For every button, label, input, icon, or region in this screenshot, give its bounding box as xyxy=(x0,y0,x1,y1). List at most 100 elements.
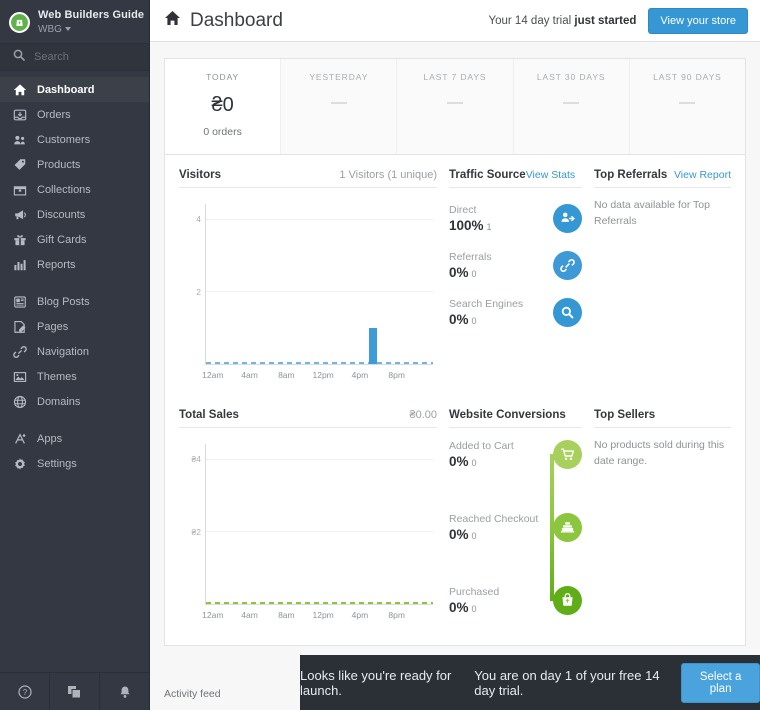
sidebar-item-label: Products xyxy=(37,158,81,171)
main-area: Dashboard Your 14 day trial just started… xyxy=(150,0,760,710)
sidebar-footer: ? xyxy=(0,672,149,710)
sidebar-item-pages[interactable]: Pages xyxy=(0,314,149,339)
sidebar-item-collections[interactable]: Collections xyxy=(0,177,149,202)
visitors-meta: 1 Visitors (1 unique) xyxy=(339,169,437,181)
chart-baseline xyxy=(206,602,433,604)
gear-icon xyxy=(13,457,27,471)
copy-windows-icon[interactable] xyxy=(49,673,99,710)
topbar-right: Your 14 day trial just started View your… xyxy=(489,7,748,34)
trial-strong: just started xyxy=(574,14,637,27)
brand-subtitle-text: WBG xyxy=(38,23,62,35)
sidebar-item-reports[interactable]: Reports xyxy=(0,252,149,277)
conversion-step-row: Reached Checkout 0% 0 xyxy=(449,513,582,542)
top-sellers-empty: No products sold during this date range. xyxy=(594,439,725,467)
search-icon xyxy=(13,48,25,66)
trial-banner: Looks like you're ready for launch. You … xyxy=(300,655,760,710)
svg-text:?: ? xyxy=(22,688,27,697)
sidebar-item-label: Customers xyxy=(37,133,91,146)
website-conversions-title: Website Conversions xyxy=(449,409,566,421)
chart-gridline: ₴2 xyxy=(192,527,433,537)
visitors-title: Visitors xyxy=(179,169,221,181)
panel-row-top: Visitors 1 Visitors (1 unique) 2 4 12am 4am… xyxy=(179,155,731,395)
nav-group-divider xyxy=(0,277,149,289)
conversions-funnel: Added to Cart 0% 0 Reached Checkout 0% 0 P… xyxy=(449,440,582,615)
chart-x-tick: 4am xyxy=(241,610,258,620)
visitor-arrow-icon[interactable] xyxy=(553,203,582,233)
range-tab-today[interactable]: TODAY ₴0 0 orders xyxy=(165,59,281,154)
dashboard-content: TODAY ₴0 0 orders YESTERDAY LAST 7 DAYS LAST … xyxy=(150,42,760,710)
total-sales-panel: Total Sales ₴0.00 ₴2 ₴4 12am 4am 8am 12pm 4pm 8… xyxy=(179,395,437,635)
range-tab-last-30-days[interactable]: LAST 30 DAYS xyxy=(512,59,629,154)
visitors-panel: Visitors 1 Visitors (1 unique) 2 4 12am 4am… xyxy=(179,155,437,395)
chart-x-tick: 12am xyxy=(202,370,224,380)
brand-title: Web Builders Guide xyxy=(38,9,145,21)
sidebar-item-customers[interactable]: Customers xyxy=(0,127,149,152)
sidebar: Web Builders Guide WBG Search Dashboard O… xyxy=(0,0,150,710)
collections-box-icon xyxy=(13,183,27,197)
chart-y-tick: ₴4 xyxy=(191,453,201,464)
sidebar-item-label: Discounts xyxy=(37,208,86,221)
range-tab-yesterday[interactable]: YESTERDAY xyxy=(280,59,397,154)
chart-x-tick: 4pm xyxy=(351,370,369,380)
sidebar-item-label: Pages xyxy=(37,320,69,333)
sidebar-item-apps[interactable]: Apps xyxy=(0,426,149,451)
sidebar-item-label: Collections xyxy=(37,183,91,196)
banner-line-a: Looks like you're ready for launch. xyxy=(300,667,452,698)
bag-icon[interactable] xyxy=(553,586,582,615)
sidebar-item-gift-cards[interactable]: Gift Cards xyxy=(0,227,149,252)
traffic-source-name: Direct xyxy=(449,203,477,216)
traffic-source-list: Direct 100% 1 Referrals 0% 0 Search Engine… xyxy=(449,201,582,329)
cart-icon[interactable] xyxy=(553,440,582,469)
dashboard-app: Web Builders Guide WBG Search Dashboard O… xyxy=(0,0,760,710)
sidebar-item-orders[interactable]: Orders xyxy=(0,102,149,127)
range-tab-value: ₴0 xyxy=(211,94,234,116)
sidebar-item-themes[interactable]: Themes xyxy=(0,364,149,389)
select-a-plan-button[interactable]: Select a plan xyxy=(681,662,760,703)
conversion-step-name: Added to Cart xyxy=(449,440,514,452)
range-tab-label: LAST 90 DAYS xyxy=(653,72,722,82)
search-input[interactable]: Search xyxy=(0,43,149,72)
traffic-source-row: Direct 100% 1 xyxy=(449,201,582,235)
traffic-source-row: Referrals 0% 0 xyxy=(449,248,582,282)
sidebar-item-blog-posts[interactable]: Blog Posts xyxy=(0,289,149,314)
range-tab-last-7-days[interactable]: LAST 7 DAYS xyxy=(396,59,513,154)
view-your-store-button[interactable]: View your store xyxy=(648,7,748,34)
gift-icon xyxy=(13,233,27,247)
brand-subtitle[interactable]: WBG xyxy=(38,24,144,36)
help-icon[interactable]: ? xyxy=(0,673,49,710)
panels-grid: Visitors 1 Visitors (1 unique) 2 4 12am 4am… xyxy=(164,155,746,646)
link-icon[interactable] xyxy=(553,250,582,280)
traffic-source-panel: Traffic Source View Stats Direct 100% 1 R… xyxy=(437,155,582,395)
bell-icon[interactable] xyxy=(99,673,149,710)
traffic-source-percent: 0% 0 xyxy=(449,311,477,327)
view-stats-link[interactable]: View Stats xyxy=(526,169,575,181)
orders-inbox-icon xyxy=(13,108,27,122)
top-sellers-panel: Top Sellers No products sold during this… xyxy=(582,395,731,635)
sidebar-item-products[interactable]: Products xyxy=(0,152,149,177)
traffic-source-row: Search Engines 0% 0 xyxy=(449,295,582,329)
chart-x-tick: 4pm xyxy=(351,610,369,620)
sidebar-item-label: Settings xyxy=(37,457,77,470)
search-icon[interactable] xyxy=(553,297,582,327)
visitors-chart: 2 4 12am 4am 8am 12pm 4pm 8pm xyxy=(179,196,437,391)
sidebar-item-discounts[interactable]: Discounts xyxy=(0,202,149,227)
sidebar-item-domains[interactable]: Domains xyxy=(0,389,149,414)
page-title: Dashboard xyxy=(164,10,283,32)
sidebar-item-settings[interactable]: Settings xyxy=(0,451,149,476)
range-tab-last-90-days[interactable]: LAST 90 DAYS xyxy=(628,59,746,154)
sidebar-item-label: Apps xyxy=(37,432,63,445)
chart-x-tick: 8am xyxy=(278,610,295,620)
sidebar-item-navigation[interactable]: Navigation xyxy=(0,339,149,364)
panel-row-bottom: Total Sales ₴0.00 ₴2 ₴4 12am 4am 8am 12pm 4pm 8… xyxy=(179,395,731,635)
register-icon[interactable] xyxy=(553,513,582,542)
conversion-step-percent: 0% 0 xyxy=(449,527,477,542)
range-tab-empty-dash xyxy=(679,102,696,104)
sidebar-item-dashboard[interactable]: Dashboard xyxy=(0,77,149,103)
view-report-link[interactable]: View Report xyxy=(674,169,731,181)
range-tab-empty-dash xyxy=(563,102,580,104)
date-range-tabs: TODAY ₴0 0 orders YESTERDAY LAST 7 DAYS LAST … xyxy=(164,58,746,155)
link-icon xyxy=(13,345,27,359)
apps-icon xyxy=(13,432,27,446)
traffic-source-name: Search Engines xyxy=(449,297,524,310)
brand-header[interactable]: Web Builders Guide WBG xyxy=(0,0,149,43)
